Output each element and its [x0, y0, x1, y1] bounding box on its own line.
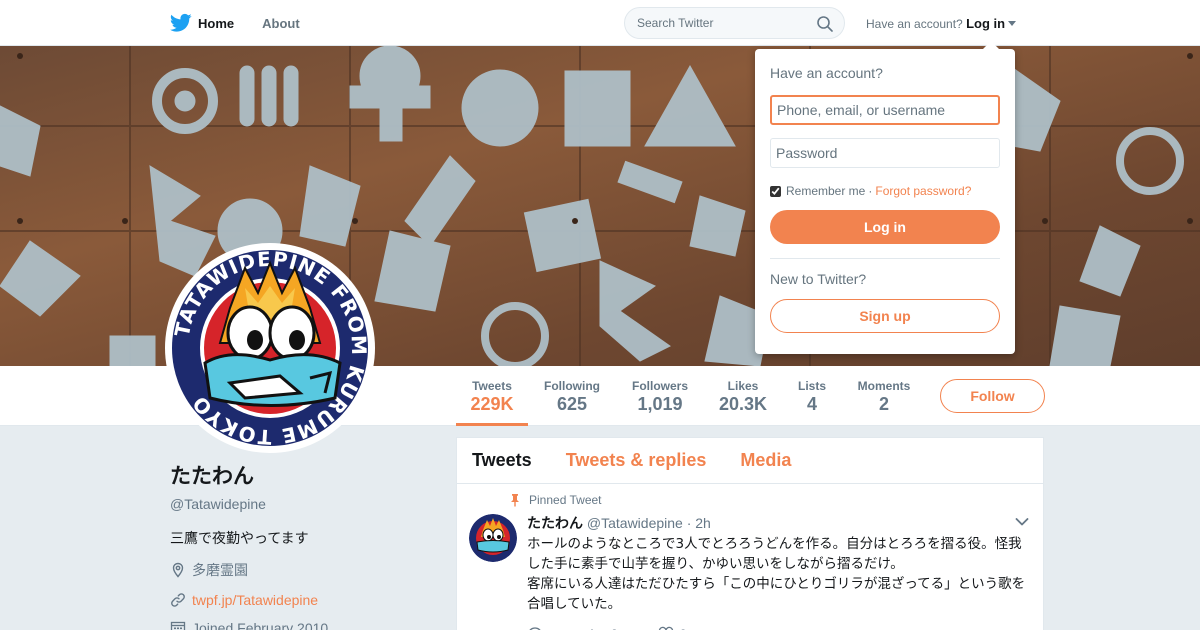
about-link[interactable]: About: [262, 16, 300, 31]
stat-value: 1,019: [637, 394, 683, 414]
profile-name[interactable]: たたわん: [170, 460, 440, 490]
login-toggle-label: Log in: [966, 16, 1006, 31]
stat-lists[interactable]: Lists 4: [792, 366, 832, 426]
remember-row: Remember me · Forgot password?: [770, 184, 1000, 198]
avatar-image: TATAWIDEPINE FROM KURUME TOKYO: [170, 248, 370, 448]
username-field[interactable]: [770, 95, 1000, 125]
tab-tweets[interactable]: Tweets: [472, 450, 532, 471]
forgot-password-link[interactable]: Forgot password?: [875, 184, 971, 198]
search-box: [624, 7, 845, 39]
profile-avatar[interactable]: TATAWIDEPINE FROM KURUME TOKYO: [165, 243, 375, 453]
signup-button[interactable]: Sign up: [770, 299, 1000, 333]
stat-value: 2: [878, 394, 889, 414]
reply-action[interactable]: [527, 626, 549, 630]
stat-value: 625: [556, 394, 588, 414]
location-pin-icon: [172, 562, 184, 578]
stat-likes[interactable]: Likes 20.3K: [715, 366, 771, 426]
stat-label: Likes: [727, 379, 759, 393]
new-to-twitter-text: New to Twitter?: [770, 271, 867, 287]
pinned-tweet[interactable]: Pinned Tweet たたわん @Tatawidepine · 2h ホール…: [457, 484, 1043, 630]
login-button[interactable]: Log in: [770, 210, 1000, 244]
profile-info: たたわん @Tatawidepine 三鷹で夜勤やってます 多磨霊園 twpf.…: [170, 460, 440, 630]
password-field[interactable]: [770, 138, 1000, 168]
calendar-icon: [170, 621, 186, 630]
stat-followers[interactable]: Followers 1,019: [628, 366, 692, 426]
search-input[interactable]: [625, 8, 805, 38]
tweet-author-name[interactable]: たたわん: [527, 516, 583, 532]
joined-text: Joined February 2010: [192, 620, 329, 630]
tweet-author-handle[interactable]: @Tatawidepine: [587, 515, 683, 531]
tweet-actions: 2 2: [527, 626, 1028, 630]
stat-value: 4: [806, 394, 817, 414]
tweet-text: ホールのようなところで3人でとろろうどんを作る。自分はとろろを摺る役。怪我した手…: [527, 534, 1033, 614]
twitter-bird-icon: [170, 13, 192, 32]
login-dropdown: Have an account? Remember me · Forgot pa…: [755, 41, 1015, 354]
location-text: 多磨霊園: [192, 563, 248, 579]
tweet-avatar-image: [469, 514, 517, 562]
remember-me-checkbox[interactable]: [770, 185, 781, 197]
timeline-tabs: Tweets Tweets & replies Media: [457, 438, 1043, 484]
nav-left: Home About: [170, 0, 328, 46]
retweet-icon: [591, 629, 593, 630]
reply-icon: [529, 627, 541, 630]
pin-icon: [511, 494, 519, 507]
stat-tweets[interactable]: Tweets 229K: [456, 366, 528, 426]
stat-following[interactable]: Following 625: [540, 366, 604, 426]
timeline: Tweets Tweets & replies Media Pinned Twe…: [456, 437, 1044, 630]
have-account-text: Have an account?: [866, 17, 963, 31]
profile-joined: Joined February 2010: [170, 620, 440, 630]
search-icon[interactable]: [817, 16, 833, 32]
tweet-avatar[interactable]: [469, 514, 517, 562]
profile-bio: 三鷹で夜勤やってます: [170, 531, 309, 547]
top-navigation: Home About Have an account? Log in: [0, 0, 1200, 46]
tab-media[interactable]: Media: [740, 450, 791, 471]
tweet-timestamp[interactable]: · 2h: [687, 515, 711, 531]
caret-down-icon: [1008, 21, 1017, 26]
profile-handle[interactable]: @Tatawidepine: [170, 496, 440, 512]
tweet-text-line-2: 客席にいる人達はただひたすら「この中にひとりゴリラが混ざってる」という歌を合唱し…: [527, 576, 1026, 612]
stat-value: 20.3K: [718, 394, 768, 414]
home-link[interactable]: Home: [170, 13, 234, 33]
stat-label: Tweets: [472, 379, 512, 393]
stat-label: Followers: [631, 379, 688, 393]
divider: [770, 258, 1000, 259]
stat-moments[interactable]: Moments 2: [853, 366, 915, 426]
home-label: Home: [198, 15, 235, 31]
follow-button[interactable]: Follow: [940, 379, 1045, 413]
heart-icon: [658, 626, 673, 630]
stat-value: 229K: [470, 394, 514, 414]
retweet-action[interactable]: 2: [589, 626, 618, 630]
login-dropdown-toggle[interactable]: Log in: [966, 16, 1017, 31]
stat-label: Lists: [797, 379, 826, 393]
stat-label: Following: [544, 379, 600, 393]
login-dropdown-title: Have an account?: [770, 65, 883, 81]
pinned-indicator: Pinned Tweet: [502, 492, 1028, 508]
separator-dot: ·: [868, 184, 873, 198]
tweet-header: たたわん @Tatawidepine · 2h: [527, 513, 1028, 533]
remember-me-label[interactable]: Remember me: [786, 184, 865, 198]
profile-location: 多磨霊園: [170, 560, 440, 580]
chevron-down-icon[interactable]: [1015, 517, 1029, 527]
profile-url: twpf.jp/Tatawidepine: [170, 592, 440, 608]
stat-label: Moments: [857, 379, 911, 393]
profile-url-link[interactable]: twpf.jp/Tatawidepine: [192, 592, 318, 608]
pinned-label: Pinned Tweet: [529, 493, 602, 507]
account-prompt: Have an account? Log in: [866, 16, 1017, 31]
like-action[interactable]: 2: [658, 626, 686, 630]
tweet-text-line-1: ホールのようなところで3人でとろろうどんを作る。自分はとろろを摺る役。怪我した手…: [527, 536, 1022, 572]
link-icon: [171, 593, 185, 607]
tab-tweets-and-replies[interactable]: Tweets & replies: [566, 450, 707, 471]
